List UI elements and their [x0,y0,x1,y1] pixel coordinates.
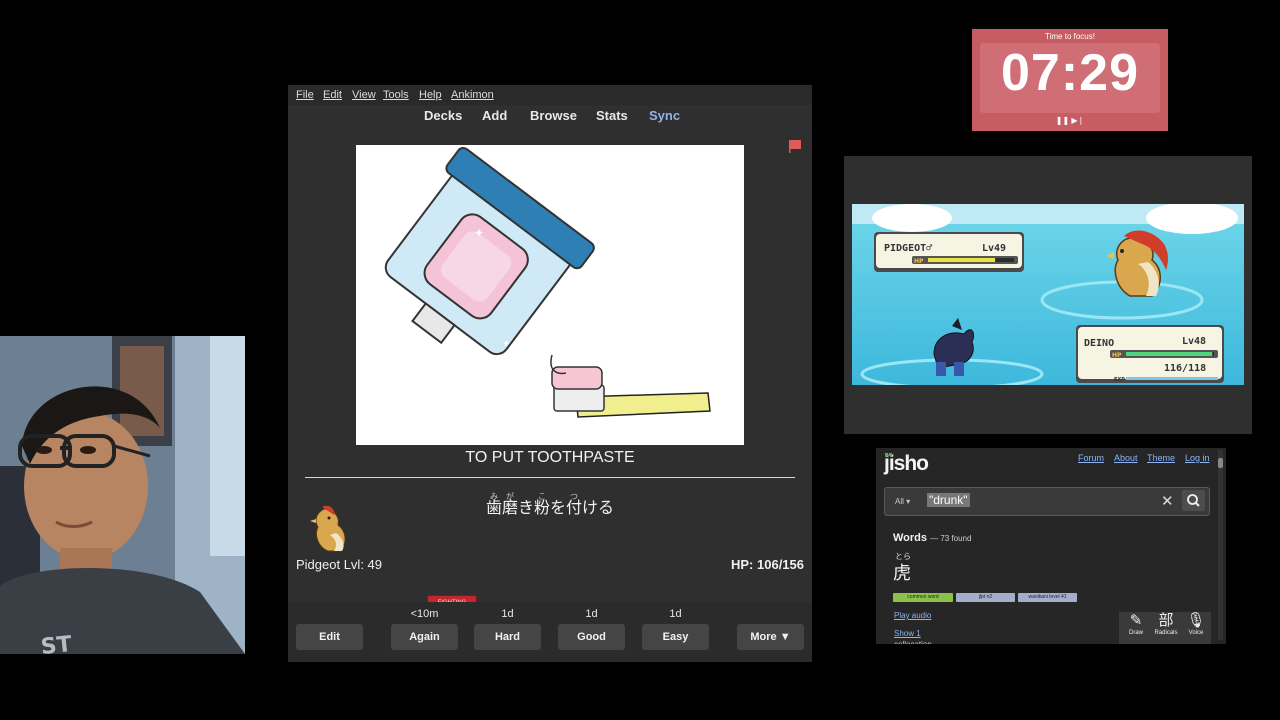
voice-label: Voice [1188,630,1204,636]
tag-wanikani: wanikani level 41 [1018,593,1077,602]
words-count: — 73 found [930,534,972,543]
easy-button[interactable]: Easy [642,624,709,650]
pokemon-game-window: PIDGEOT♂ Lv49 HP DEINO Lv48 HP 116/118 E… [844,156,1252,434]
menu-file[interactable]: File [296,89,314,101]
pokemon-hp: HP: 106/156 [731,557,804,572]
draw-label: Draw [1128,630,1143,636]
nav-theme[interactable]: Theme [1147,453,1175,463]
toolbar-add[interactable]: Add [482,108,507,123]
svg-text:ST: ST [40,632,73,654]
radicals-label: Radicals [1154,630,1178,636]
toolbar-sync[interactable]: Sync [649,108,680,123]
player-name: DEINO [1084,338,1114,349]
menu-help[interactable]: Help [419,89,442,101]
player-exp-label: EXP [1114,377,1125,383]
jp-part-1: 歯磨 [485,500,518,517]
edit-button[interactable]: Edit [296,624,363,650]
pokemon-name-level: Pidgeot Lvl: 49 [296,557,383,572]
menu-edit[interactable]: Edit [323,89,342,101]
anki-window: File Edit View Tools Help Ankimon Decks … [288,85,812,662]
webcam-feed: ST [0,336,245,654]
focus-timer: Time to focus! 07:29 ❚❚ ▶❘ [972,29,1168,131]
card-japanese-text: 歯磨みがき粉こを付つける [288,492,812,518]
collocation-link[interactable]: collocation [894,640,932,644]
jp-part-6: ける [582,500,615,517]
enemy-hp-label: HP [914,258,924,265]
draw-tool[interactable]: ✎ Draw [1121,612,1151,636]
timer-controls[interactable]: ❚❚ ▶❘ [972,116,1168,125]
player-status-box: DEINO Lv48 HP 116/118 EXP [1076,325,1224,383]
jp-part-4: を [550,500,567,517]
good-button[interactable]: Good [558,624,625,650]
nav-forum[interactable]: Forum [1078,453,1104,463]
enemy-level: Lv49 [982,243,1006,254]
tag-jlpt: jlpt n2 [956,593,1015,602]
jp-part-2: き [517,500,534,517]
input-tools: ✎ Draw 部 Radicals 🎙 Voice [1119,612,1211,644]
card-divider [305,477,795,478]
nav-login[interactable]: Log in [1185,453,1210,463]
radicals-tool[interactable]: 部 Radicals [1151,612,1181,636]
answer-bar: <10m 1d 1d 1d Edit Again Hard Good Easy … [288,602,812,662]
interval-easy: 1d [669,608,682,620]
svg-text:✦: ✦ [474,226,484,240]
enemy-status-box: PIDGEOT♂ Lv49 HP [874,232,1024,272]
search-input[interactable]: "drunk" [927,493,970,507]
timer-time: 07:29 [1001,44,1139,102]
hard-button[interactable]: Hard [474,624,541,650]
card-review-area: ✦ ✦ TO PUT TOOTHPASTE 歯磨みがき粉こを付つける Pidge… [288,129,812,611]
menu-bar: File Edit View Tools Help Ankimon [288,85,812,105]
jp-ruby-1: みが [485,492,518,501]
search-button[interactable] [1182,490,1205,511]
jisho-logo-dots-icon [885,453,892,456]
voice-tool[interactable]: 🎙 Voice [1181,612,1211,636]
pidgeot-sprite-icon [308,505,354,562]
player-hp-bar [1126,352,1213,356]
enemy-name: PIDGEOT♂ [884,243,933,254]
search-icon [1187,494,1200,507]
jisho-browser: jisho Forum About Theme Log in All ▾ "dr… [876,448,1226,644]
main-toolbar: Decks Add Browse Stats Sync [288,105,812,129]
result-kanji: 虎 [893,563,911,583]
menu-tools[interactable]: Tools [383,89,409,101]
enemy-hp-bar [928,258,996,262]
player-hp-text: 116/118 [1164,363,1206,374]
interval-hard: 1d [501,608,514,620]
jp-part-3: 粉 [533,500,550,517]
show-link[interactable]: Show 1 [894,629,921,638]
menu-view[interactable]: View [352,89,376,101]
again-button[interactable]: Again [391,624,458,650]
scrollbar-thumb[interactable] [1218,458,1223,468]
clear-icon[interactable]: ✕ [1161,492,1174,510]
microphone-icon: 🎙 [1186,612,1206,629]
flag-icon[interactable] [788,139,802,158]
interval-again: <10m [410,608,439,620]
player-hp-label: HP [1112,352,1122,359]
toolbar-decks[interactable]: Decks [424,108,462,123]
words-heading-text: Words [893,532,928,544]
search-scope-select[interactable]: All ▾ [895,497,910,506]
draw-icon: ✎ [1129,612,1143,629]
svg-text:✦: ✦ [502,339,510,350]
battle-screen: PIDGEOT♂ Lv49 HP DEINO Lv48 HP 116/118 E… [852,204,1244,385]
radicals-icon: 部 [1158,612,1174,629]
jp-ruby-3: こ [533,492,550,501]
player-level: Lv48 [1182,336,1206,347]
toothpaste-image: ✦ ✦ [356,145,744,445]
card-english-text: TO PUT TOOTHPASTE [465,449,635,466]
jp-part-5: 付 [566,500,583,517]
timer-label: Time to focus! [1045,32,1095,41]
play-audio-link[interactable]: Play audio [894,611,931,620]
jp-ruby-5: つ [566,492,583,501]
toolbar-stats[interactable]: Stats [596,108,628,123]
more-button[interactable]: More ▼ [737,624,804,650]
menu-ankimon[interactable]: Ankimon [451,89,494,101]
nav-about[interactable]: About [1114,453,1138,463]
interval-good: 1d [585,608,598,620]
jisho-scrollbar[interactable] [1218,450,1223,640]
toolbar-browse[interactable]: Browse [530,108,577,123]
tag-common-word: common word [893,593,953,602]
jisho-search-bar: All ▾ "drunk" ✕ [884,487,1210,516]
words-heading: Words — 73 found [893,532,971,544]
